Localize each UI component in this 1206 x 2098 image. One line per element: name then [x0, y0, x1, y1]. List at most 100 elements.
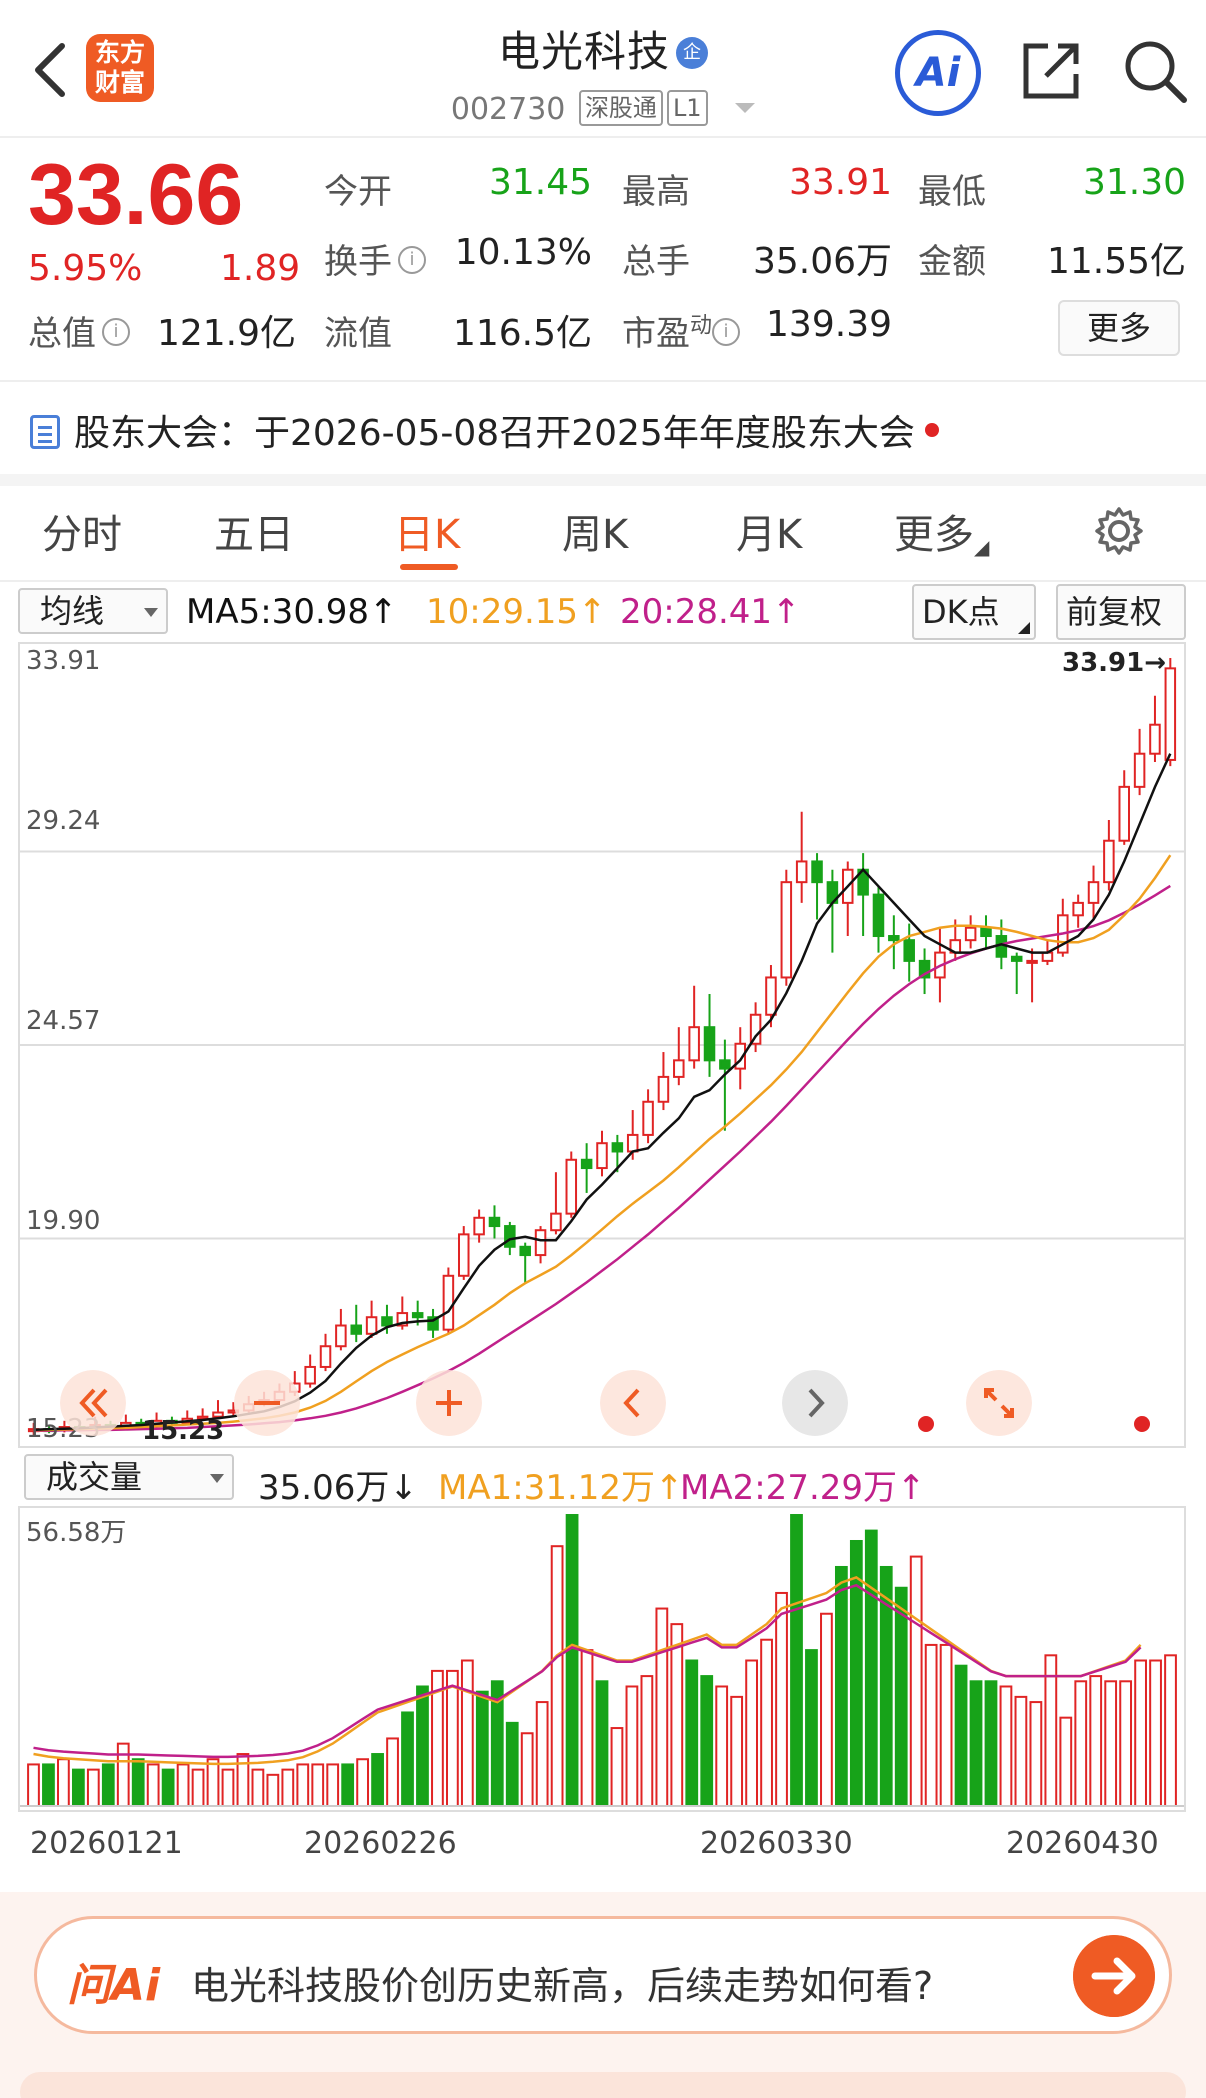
- volume-bar: [206, 1758, 220, 1807]
- arrow-right-icon[interactable]: [1073, 1935, 1155, 2017]
- volume-bar: [416, 1685, 429, 1807]
- volume-bar: [1089, 1675, 1103, 1807]
- volume-bar: [1074, 1680, 1088, 1807]
- volume-bar: [281, 1768, 295, 1807]
- volume-bar: [236, 1753, 250, 1807]
- zoom-out-icon[interactable]: [234, 1370, 300, 1436]
- candle-body: [964, 926, 977, 942]
- low-marker-label: 15.23: [142, 1416, 225, 1446]
- tab-monthly-k[interactable]: 月K: [736, 502, 802, 560]
- ai-question-card[interactable]: 问Ai 电光科技股价创历史新高，后续走势如何看?: [34, 1916, 1172, 2034]
- fullscreen-icon[interactable]: [966, 1370, 1032, 1436]
- volume-bar: [924, 1643, 938, 1807]
- volume-bar: [715, 1685, 729, 1807]
- high-value: 33.91: [788, 162, 892, 203]
- volume-bar: [1044, 1654, 1058, 1807]
- candlestick-chart[interactable]: 33.91 29.24 24.57 19.90 15.23 33.91→ 15.…: [18, 642, 1186, 1448]
- tab-daily-k[interactable]: 日K: [394, 502, 460, 560]
- search-icon[interactable]: [1120, 36, 1190, 106]
- gear-icon[interactable]: [1092, 504, 1146, 558]
- float-cap-value: 116.5亿: [452, 313, 592, 354]
- unread-dot: [924, 423, 939, 437]
- candle-body: [473, 1216, 485, 1236]
- volume-indicator-select[interactable]: 成交量: [24, 1454, 234, 1500]
- candle-body: [534, 1229, 547, 1257]
- volume-bar: [984, 1680, 998, 1807]
- volume-bar: [71, 1768, 85, 1807]
- candle-body: [642, 1100, 654, 1136]
- volume-bar: [790, 1514, 803, 1807]
- candle-body: [488, 1216, 501, 1228]
- divider: [0, 474, 1206, 486]
- low-label: 最低: [918, 172, 986, 212]
- event-dot[interactable]: [918, 1416, 934, 1432]
- candle-body: [1072, 901, 1084, 917]
- ma5-value: MA5:30.98↑: [186, 592, 398, 632]
- candle-body: [1087, 881, 1100, 904]
- volume-bar: [1149, 1659, 1162, 1807]
- turnover-label[interactable]: 换手 i: [324, 234, 426, 283]
- low-value: 31.30: [1082, 162, 1186, 203]
- volume-bar: [565, 1514, 579, 1807]
- candlestick-plot: [20, 658, 1184, 1436]
- chevron-down-icon[interactable]: [735, 103, 756, 113]
- double-chevron-left-icon[interactable]: [60, 1370, 126, 1436]
- info-icon[interactable]: i: [102, 318, 130, 346]
- stock-name: 电光科技: [497, 27, 670, 76]
- share-icon[interactable]: [1018, 38, 1084, 104]
- candle-body: [442, 1274, 455, 1331]
- candle-body: [350, 1324, 363, 1335]
- volume-bar: [401, 1711, 414, 1807]
- volume-bar: [341, 1763, 355, 1807]
- volume-chart[interactable]: 56.58万: [18, 1506, 1186, 1812]
- info-icon[interactable]: i: [712, 318, 741, 346]
- volume-bar: [535, 1701, 549, 1807]
- zoom-in-icon[interactable]: [416, 1370, 482, 1436]
- level-tag: L1: [666, 90, 708, 126]
- volume-bar: [311, 1763, 325, 1807]
- dk-point-button[interactable]: DK点: [912, 584, 1036, 640]
- indicator-select[interactable]: 均线: [18, 588, 168, 634]
- candle-body: [1149, 723, 1161, 755]
- y-tick-label: 19.90: [26, 1206, 101, 1236]
- event-dot[interactable]: [1134, 1416, 1150, 1432]
- candle-body: [550, 1212, 562, 1232]
- ma5-line: [33, 753, 1172, 1432]
- volume-bar: [834, 1565, 848, 1807]
- more-quote-button[interactable]: 更多: [1058, 300, 1180, 356]
- candle-body: [335, 1324, 347, 1348]
- volume-bar: [251, 1768, 265, 1807]
- volume-bar: [57, 1758, 70, 1807]
- candle-body: [519, 1245, 531, 1257]
- candle-body: [719, 1059, 731, 1070]
- chevron-left-icon[interactable]: [600, 1370, 666, 1436]
- volume-bar: [610, 1727, 624, 1807]
- volume-bar: [446, 1669, 459, 1807]
- volume-bar: [101, 1763, 115, 1807]
- date-tick: 20260121: [30, 1826, 183, 1861]
- candle-body: [980, 926, 992, 938]
- volume-bar: [356, 1758, 370, 1807]
- ma10-value: 10:29.15↑: [426, 592, 607, 632]
- chevron-right-icon[interactable]: [782, 1370, 848, 1436]
- volume-bar: [625, 1685, 639, 1807]
- volume-bar: [1104, 1680, 1118, 1807]
- stock-code: 002730: [450, 92, 566, 127]
- ai-assistant-button[interactable]: Ai: [895, 30, 981, 116]
- pe-label[interactable]: 市盈动 i: [622, 306, 741, 355]
- volume-max-label: 56.58万: [26, 1518, 127, 1548]
- candle-body: [580, 1158, 593, 1170]
- candle-body: [688, 1026, 700, 1062]
- volume-bar: [640, 1675, 654, 1807]
- tab-five-day[interactable]: 五日: [214, 502, 294, 560]
- forward-adjust-button[interactable]: 前复权: [1056, 584, 1186, 640]
- info-icon[interactable]: i: [398, 246, 426, 274]
- tab-more[interactable]: 更多◢: [894, 502, 989, 560]
- tab-weekly-k[interactable]: 周K: [562, 502, 628, 560]
- market-cap-label[interactable]: 总值 i: [28, 306, 130, 355]
- y-tick-label: 29.24: [26, 806, 101, 836]
- volume-bar: [326, 1763, 340, 1807]
- tab-intraday[interactable]: 分时: [42, 502, 122, 560]
- ai-question-text: 电光科技股价创历史新高，后续走势如何看?: [191, 1964, 934, 2008]
- shareholder-meeting-notice[interactable]: 股东大会：于2026-05-08召开2025年年度股东大会: [30, 404, 939, 456]
